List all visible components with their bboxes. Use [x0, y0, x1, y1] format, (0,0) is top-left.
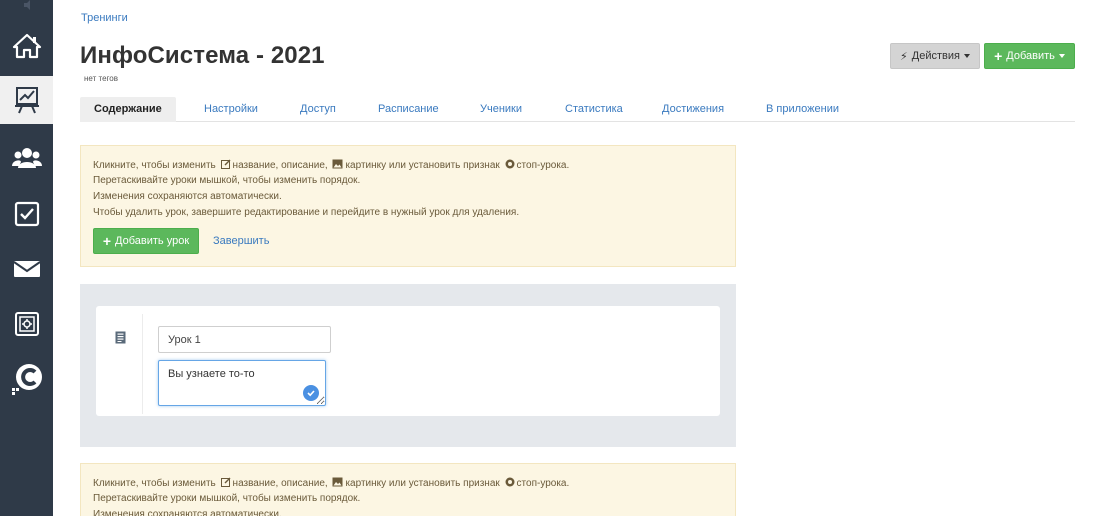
lesson-item[interactable]: Вы узнаете то-то — [96, 306, 720, 416]
sidebar-users[interactable] — [0, 134, 53, 182]
hint-line-1: Кликните, чтобы изменить название, описа… — [93, 159, 570, 171]
hint-line-1: Кликните, чтобы изменить название, описа… — [93, 477, 570, 489]
sidebar-getcourse[interactable] — [0, 354, 53, 402]
tab-access[interactable]: Доступ — [300, 97, 336, 122]
add-lesson-button[interactable]: + Добавить урок — [93, 228, 199, 254]
lesson-title-input[interactable] — [158, 326, 331, 353]
plus-icon: + — [102, 233, 112, 249]
sidebar-tasks[interactable] — [0, 190, 53, 238]
tags-label: нет тегов — [84, 74, 118, 83]
tab-in-app[interactable]: В приложении — [766, 97, 839, 122]
stop-icon — [505, 477, 515, 487]
sidebar-trainings[interactable] — [0, 76, 53, 124]
home-icon — [12, 33, 41, 59]
tab-schedule[interactable]: Расписание — [378, 97, 439, 122]
breadcrumb-trainings[interactable]: Тренинги — [81, 12, 128, 24]
edit-icon — [220, 159, 231, 169]
edit-hint-panel-bottom: Кликните, чтобы изменить название, описа… — [80, 463, 736, 516]
add-dropdown-button[interactable]: + Добавить — [984, 43, 1075, 69]
hint-line-2: Перетаскивайте уроки мышкой, чтобы измен… — [93, 493, 361, 504]
tab-students[interactable]: Ученики — [480, 97, 522, 122]
actions-dropdown-button[interactable]: ⚡ Действия — [890, 43, 980, 69]
users-icon — [11, 148, 42, 168]
tab-content[interactable]: Содержание — [80, 97, 176, 122]
tab-achievements[interactable]: Достижения — [662, 97, 724, 122]
hint-line-3: Изменения сохраняются автоматически. — [93, 509, 282, 516]
sidebar — [0, 0, 53, 516]
checkbox-icon — [14, 201, 39, 227]
lightning-icon: ⚡ — [900, 50, 908, 63]
add-label: Добавить — [1006, 50, 1055, 62]
getcourse-logo-icon — [11, 364, 42, 395]
lesson-document-icon — [115, 331, 126, 344]
plus-icon: + — [994, 48, 1003, 64]
sidebar-settings[interactable] — [0, 300, 53, 348]
finish-link[interactable]: Завершить — [213, 235, 269, 247]
chart-board-icon — [14, 87, 39, 114]
page-title[interactable]: ИнфоСистема - 2021 — [80, 42, 325, 70]
lesson-divider — [142, 314, 143, 414]
image-icon — [332, 159, 343, 169]
tab-statistics[interactable]: Статистика — [565, 97, 623, 122]
hint-line-2: Перетаскивайте уроки мышкой, чтобы измен… — [93, 175, 361, 186]
hint-line-3: Изменения сохраняются автоматически. — [93, 191, 282, 202]
tabs: Содержание Настройки Доступ Расписание У… — [80, 97, 1075, 122]
edit-hint-panel: Кликните, чтобы изменить название, описа… — [80, 145, 736, 267]
safe-settings-icon — [14, 312, 39, 336]
image-icon — [332, 477, 343, 487]
stop-icon — [505, 159, 515, 169]
lesson-list: Вы узнаете то-то — [80, 284, 736, 447]
add-lesson-label: Добавить урок — [115, 235, 190, 247]
lesson-description-input[interactable]: Вы узнаете то-то — [158, 360, 326, 406]
mail-icon — [12, 261, 41, 277]
edit-icon — [220, 477, 231, 487]
caret-down-icon — [1058, 54, 1065, 58]
check-icon — [303, 385, 319, 401]
caret-down-icon — [963, 54, 970, 58]
hint-line-4: Чтобы удалить урок, завершите редактиров… — [93, 207, 520, 218]
speaker-icon — [24, 0, 30, 10]
tab-settings[interactable]: Настройки — [204, 97, 258, 122]
sidebar-home[interactable] — [0, 22, 53, 70]
actions-label: Действия — [911, 50, 960, 62]
sidebar-messages[interactable] — [0, 245, 53, 293]
